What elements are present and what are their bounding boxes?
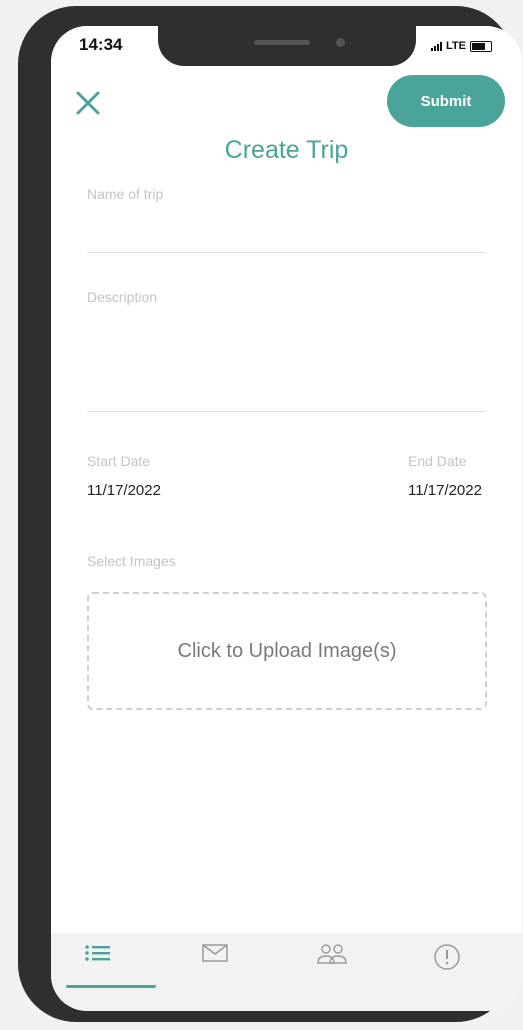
description-label: Description [87, 289, 158, 305]
close-icon[interactable] [73, 88, 103, 118]
bottom-tab-bar [51, 933, 522, 1011]
end-date-label: End Date [408, 453, 467, 469]
mail-icon [202, 944, 228, 962]
active-tab-indicator [66, 985, 156, 988]
submit-button[interactable]: Submit [387, 75, 505, 127]
name-of-trip-input[interactable] [87, 252, 486, 253]
start-date-label: Start Date [87, 453, 151, 469]
tab-people[interactable] [302, 943, 362, 983]
select-images-label: Select Images [87, 553, 176, 569]
upload-image-dropzone[interactable]: Click to Upload Image(s) [87, 592, 487, 710]
name-of-trip-label: Name of trip [87, 186, 164, 202]
status-time: 14:34 [79, 35, 123, 54]
tab-alerts[interactable] [417, 943, 477, 983]
end-date-value[interactable]: 11/17/2022 [408, 482, 482, 499]
description-input[interactable] [87, 411, 486, 412]
alert-icon [434, 944, 460, 970]
tab-list[interactable] [68, 943, 128, 983]
upload-label: Click to Upload Image(s) [177, 639, 397, 662]
status-bar: 14:34 LTE [51, 26, 522, 68]
camera [336, 38, 345, 47]
page-title: Create Trip [224, 136, 349, 164]
list-icon [85, 945, 110, 961]
status-indicators: LTE [431, 40, 492, 52]
signal-icon [431, 41, 443, 51]
app-screen: 14:34 LTE Submit Create Trip Name of tri… [51, 26, 522, 1011]
notch [158, 26, 416, 66]
tab-messages[interactable] [185, 943, 245, 983]
battery-icon [470, 40, 492, 52]
network-type: LTE [446, 40, 466, 52]
speaker [254, 40, 310, 45]
people-icon [317, 944, 347, 964]
phone-frame: 14:34 LTE Submit Create Trip Name of tri… [18, 6, 522, 1022]
start-date-value[interactable]: 11/17/2022 [87, 482, 161, 499]
